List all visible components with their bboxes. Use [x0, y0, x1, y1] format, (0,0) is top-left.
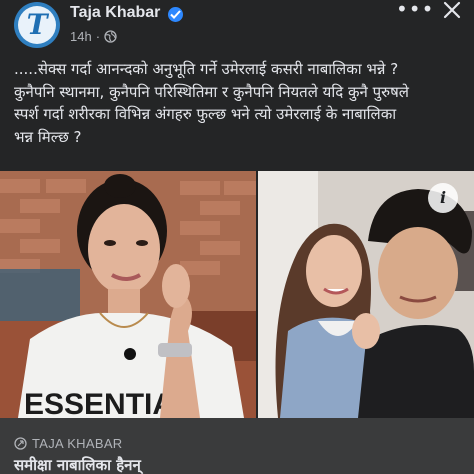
link-domain: TAJA KHABAR	[14, 436, 122, 451]
post-text-line: कुनैपनि स्थानमा, कुनैपनि परिस्थितिमा र क…	[14, 82, 409, 101]
post-text-line: स्पर्श गर्दा शरीरका विभिन्न अंगहरु फुल्छ…	[14, 105, 397, 123]
shirt-text: ESSENTIA	[24, 388, 174, 418]
woman-photo[interactable]: ESSENTIA	[0, 171, 256, 418]
post-media[interactable]: ESSENTIA	[0, 171, 474, 418]
meta-separator: ·	[95, 29, 101, 44]
taja-khabar-logo-icon: T	[26, 8, 48, 41]
close-icon[interactable]	[440, 0, 464, 22]
post-text: .....सेक्स गर्दा आनन्दको अनुभूति गर्ने उ…	[14, 58, 466, 148]
post-meta: 14h ·	[70, 29, 117, 44]
post-text-line: भन्न मिल्छ ?	[14, 127, 82, 146]
verified-badge-icon	[168, 7, 183, 22]
link-domain-text: TAJA KHABAR	[32, 436, 123, 451]
link-title[interactable]: समीक्षा नाबालिका हैनन्	[14, 455, 141, 474]
post-header: T Taja Khabar 14h · •••	[0, 0, 474, 52]
link-preview-card[interactable]: TAJA KHABAR समीक्षा नाबालिका हैनन्	[0, 418, 474, 474]
link-icon	[14, 437, 27, 450]
page-name[interactable]: Taja Khabar	[70, 4, 160, 22]
page-avatar[interactable]: T	[14, 2, 60, 48]
more-options-icon[interactable]: •••	[396, 0, 433, 20]
post-time[interactable]: 14h	[70, 29, 92, 44]
post-text-line: .....सेक्स गर्दा आनन्दको अनुभूति गर्ने उ…	[14, 60, 399, 78]
globe-icon	[104, 30, 117, 43]
info-icon[interactable]: i	[428, 183, 458, 213]
